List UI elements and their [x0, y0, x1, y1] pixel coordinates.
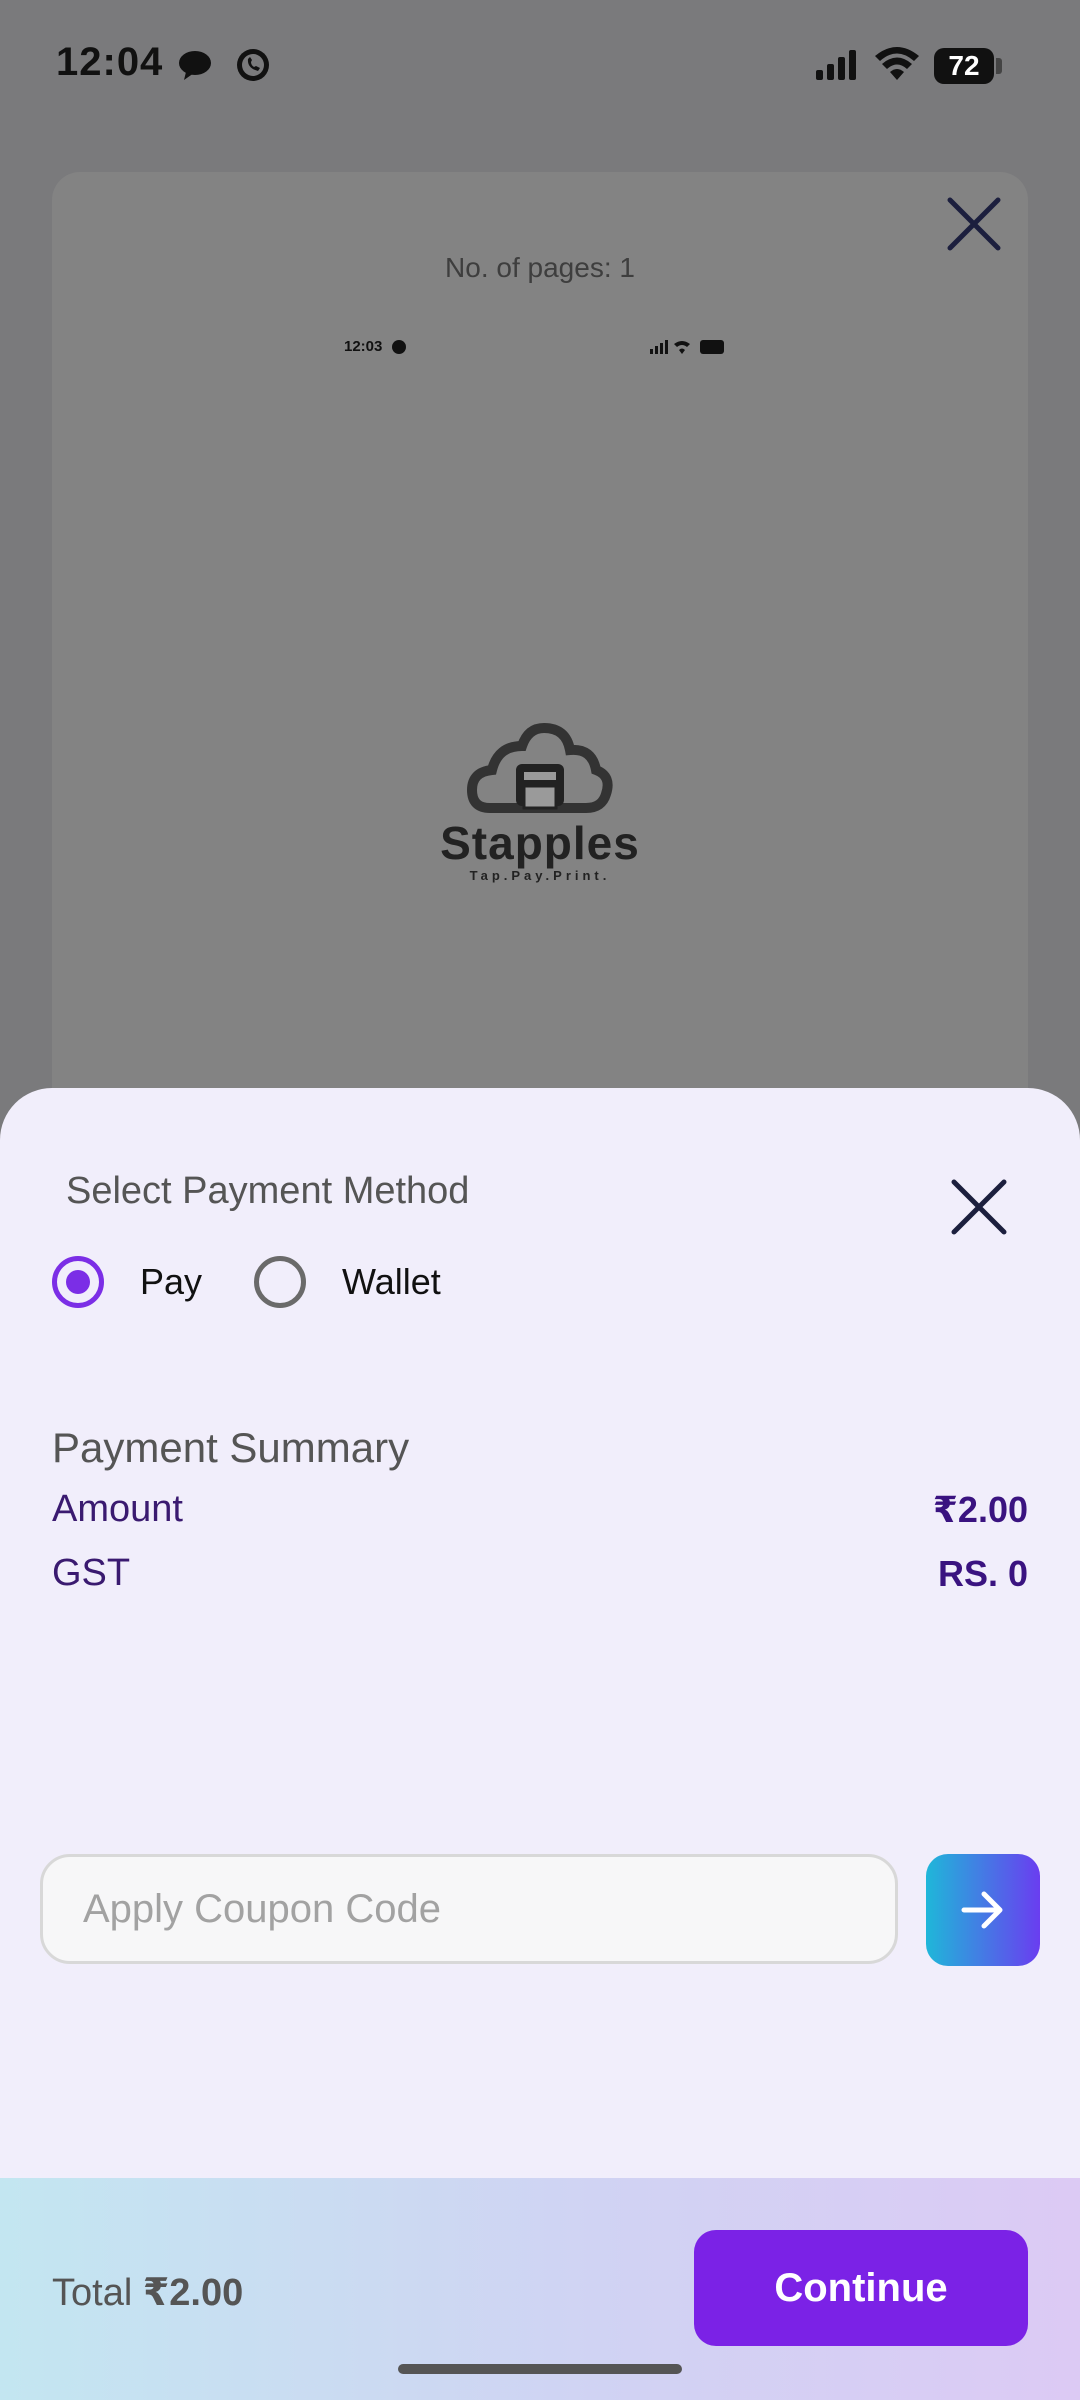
preview-close-icon [944, 194, 1004, 254]
total-text: Total ₹2.00 [52, 2270, 243, 2315]
preview-mini-status-icons [650, 338, 728, 356]
battery-icon: 72 [934, 48, 1002, 84]
amount-label: Amount [52, 1488, 183, 1530]
payment-summary-title: Payment Summary [52, 1424, 410, 1471]
pages-count-label: No. of pages: 1 [445, 252, 635, 283]
payment-option-pay[interactable]: Pay [52, 1256, 202, 1308]
status-bar: 12:04 72 [0, 0, 1080, 130]
payment-bottom-sheet: Select Payment Method Pay Wallet Payment… [0, 1088, 1080, 2400]
sheet-title: Select Payment Method [66, 1170, 470, 1212]
payment-method-group: Pay Wallet [52, 1252, 441, 1312]
continue-button[interactable]: Continue [694, 2230, 1028, 2346]
logo-name: Stapples [440, 817, 640, 869]
coupon-input[interactable] [43, 1857, 895, 1961]
arrow-right-icon [961, 1891, 1003, 1929]
close-sheet-button[interactable] [944, 1172, 1014, 1242]
signal-icon [814, 46, 858, 84]
amount-value: ₹2.00 [932, 1488, 1028, 1530]
preview-mini-time: 12:03 [344, 338, 383, 355]
amount-row: Amount ₹2.00 [52, 1488, 1028, 1531]
wallet-label: Wallet [342, 1261, 441, 1302]
gst-row: GST RS. 0 [52, 1552, 1028, 1595]
total-label: Total [52, 2272, 143, 2314]
total-value: ₹2.00 [142, 2272, 244, 2314]
message-icon [176, 46, 214, 84]
close-icon [951, 1179, 1007, 1235]
wallet-radio[interactable] [254, 1256, 307, 1308]
gst-value: RS. 0 [937, 1552, 1028, 1594]
coupon-field [40, 1854, 898, 1964]
pay-radio[interactable] [52, 1256, 104, 1308]
pay-label: Pay [140, 1261, 203, 1302]
status-time: 12:04 [56, 40, 164, 84]
home-indicator[interactable] [398, 2364, 682, 2374]
gst-label: GST [52, 1552, 131, 1594]
wifi-icon [874, 46, 920, 84]
apply-coupon-button[interactable] [926, 1854, 1040, 1966]
payment-option-wallet[interactable]: Wallet [254, 1256, 441, 1308]
whatsapp-icon [234, 46, 272, 84]
battery-level: 72 [948, 50, 980, 81]
logo-tagline: Tap.Pay.Print. [469, 868, 611, 883]
preview-mini-whatsapp-icon [392, 340, 406, 354]
